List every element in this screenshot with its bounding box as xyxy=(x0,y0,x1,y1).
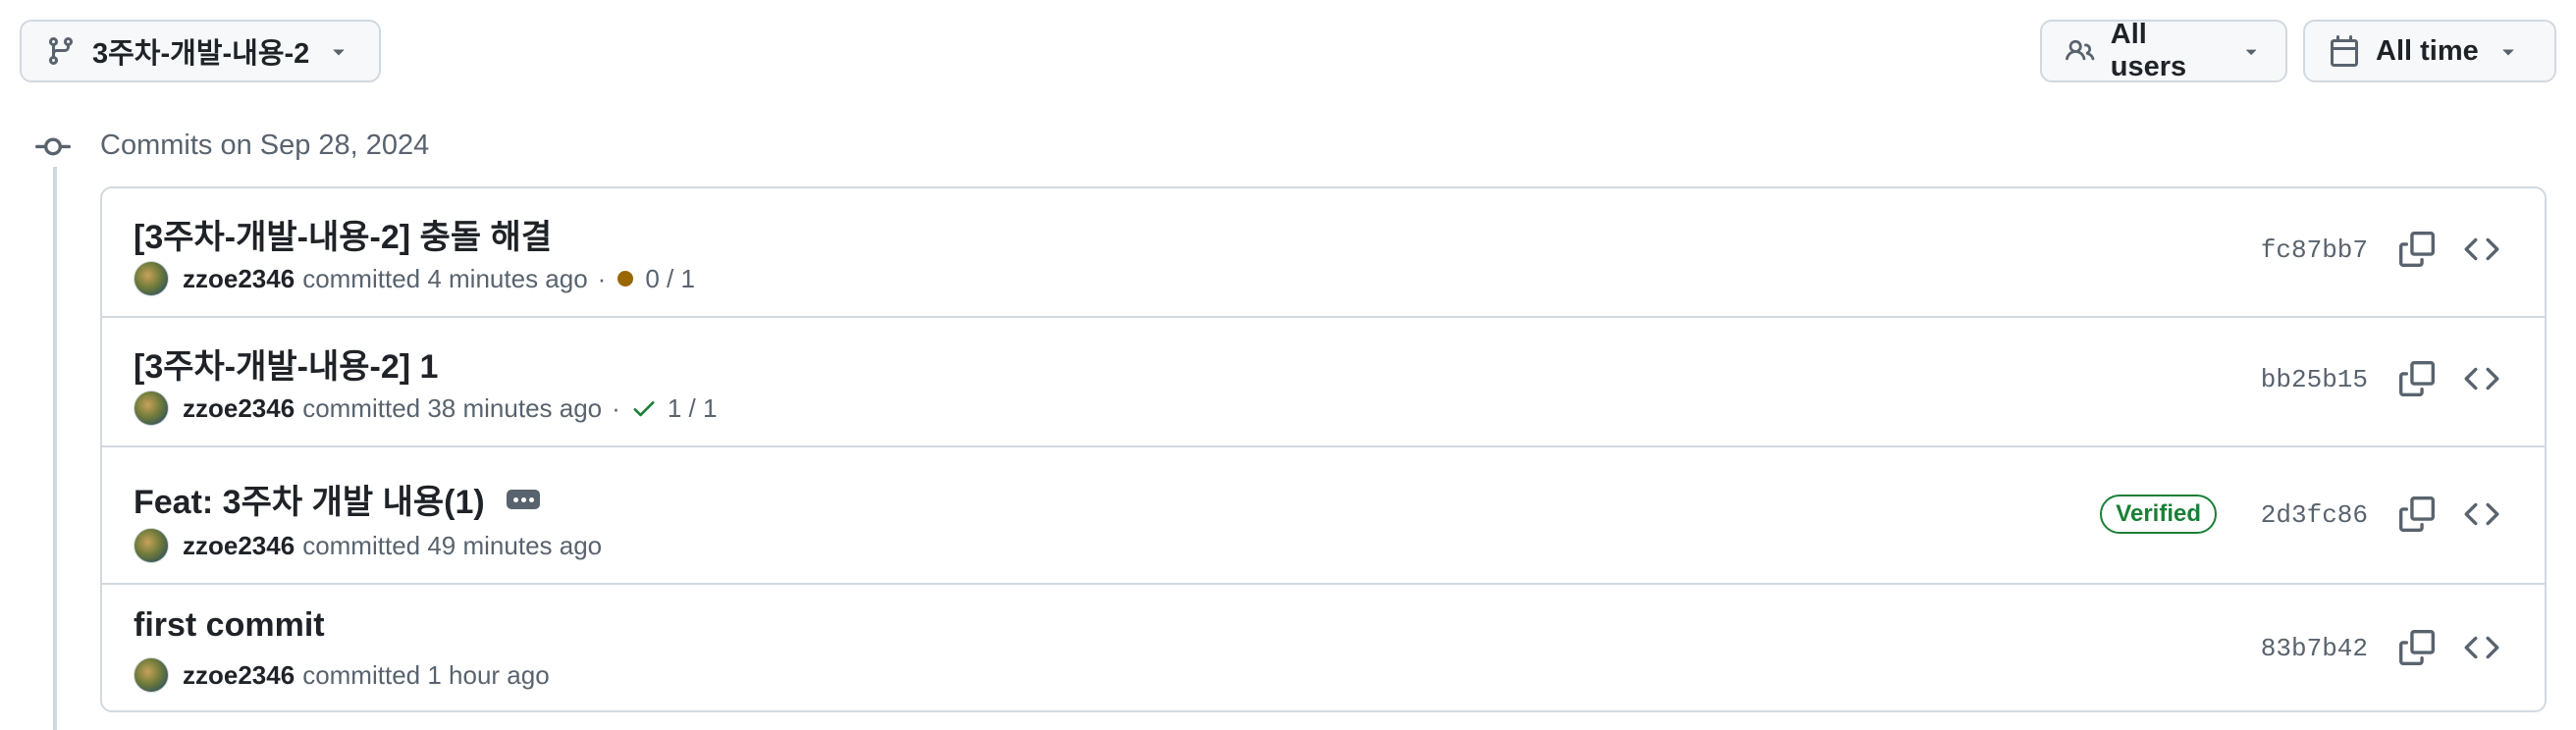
users-filter-button[interactable]: All users xyxy=(2040,19,2287,82)
commit-title-link[interactable]: first commit xyxy=(134,606,325,645)
git-commit-icon xyxy=(35,130,71,165)
code-browse-icon[interactable] xyxy=(2464,630,2499,665)
commit-row: [3주차-개발-내용-2] 1 zzoe2346 committed 38 mi… xyxy=(102,316,2545,445)
commit-list: [3주차-개발-내용-2] 충돌 해결 zzoe2346 committed 4… xyxy=(100,186,2547,712)
copy-icon[interactable] xyxy=(2399,496,2435,532)
commit-title-link[interactable]: [3주차-개발-내용-2] 1 xyxy=(134,339,438,388)
triangle-down-icon xyxy=(2496,39,2520,63)
separator: · xyxy=(597,263,607,293)
avatar[interactable] xyxy=(134,391,169,426)
code-browse-icon[interactable] xyxy=(2464,496,2499,532)
commit-time: 38 minutes ago xyxy=(427,392,603,423)
commit-author[interactable]: zzoe2346 xyxy=(183,393,295,424)
timeline-line xyxy=(53,167,57,730)
time-filter-button[interactable]: All time xyxy=(2303,20,2556,82)
checks-count[interactable]: 1 / 1 xyxy=(668,393,718,424)
pending-status-dot-icon[interactable] xyxy=(617,271,634,287)
triangle-down-icon xyxy=(327,39,350,63)
branch-select-button[interactable]: 3주차-개발-내용-2 xyxy=(20,20,381,82)
separator: · xyxy=(612,392,620,423)
commit-sha-link[interactable]: fc87bb7 xyxy=(2261,235,2368,265)
commit-time: 49 minutes ago xyxy=(427,530,603,560)
commit-action: committed xyxy=(302,263,421,293)
commit-row: [3주차-개발-내용-2] 충돌 해결 zzoe2346 committed 4… xyxy=(102,188,2545,316)
commit-time: 4 minutes ago xyxy=(427,263,588,293)
git-branch-icon xyxy=(45,35,77,67)
commits-toolbar: 3주차-개발-내용-2 All users All time xyxy=(20,19,2556,82)
code-browse-icon[interactable] xyxy=(2464,232,2499,267)
commit-sha-link[interactable]: 83b7b42 xyxy=(2261,634,2368,663)
calendar-icon xyxy=(2329,35,2360,67)
commit-title-link[interactable]: [3주차-개발-내용-2] 충돌 해결 xyxy=(134,210,552,258)
branch-name: 3주차-개발-내용-2 xyxy=(92,38,310,70)
people-icon xyxy=(2066,35,2095,67)
avatar[interactable] xyxy=(134,657,169,693)
commit-action: committed xyxy=(302,659,421,690)
commit-author[interactable]: zzoe2346 xyxy=(183,660,295,691)
copy-icon[interactable] xyxy=(2399,630,2435,665)
code-browse-icon[interactable] xyxy=(2464,361,2499,396)
commit-title-link[interactable]: Feat: 3주차 개발 내용(1) xyxy=(134,475,485,523)
commit-action: committed xyxy=(302,392,421,423)
triangle-down-icon xyxy=(2240,39,2262,63)
commit-sha-link[interactable]: bb25b15 xyxy=(2261,365,2368,394)
commit-row: first commit zzoe2346 committed 1 hour a… xyxy=(102,583,2545,710)
avatar[interactable] xyxy=(134,528,169,563)
commit-author[interactable]: zzoe2346 xyxy=(183,264,295,294)
copy-icon[interactable] xyxy=(2399,232,2435,267)
commit-time: 1 hour ago xyxy=(427,659,550,690)
verified-badge[interactable]: Verified xyxy=(2100,495,2217,534)
time-filter-label: All time xyxy=(2376,34,2479,67)
checks-count[interactable]: 0 / 1 xyxy=(645,264,695,294)
commit-author[interactable]: zzoe2346 xyxy=(183,531,295,561)
commit-group-title: Commits on Sep 28, 2024 xyxy=(100,130,430,161)
commit-row: Feat: 3주차 개발 내용(1) zzoe2346 committed 49… xyxy=(102,445,2545,583)
check-icon[interactable] xyxy=(630,394,658,422)
avatar[interactable] xyxy=(134,261,169,296)
commit-sha-link[interactable]: 2d3fc86 xyxy=(2261,500,2368,530)
commit-action: committed xyxy=(302,530,421,560)
ellipsis-expand-icon[interactable] xyxy=(506,489,540,509)
users-filter-label: All users xyxy=(2110,19,2187,82)
copy-icon[interactable] xyxy=(2399,361,2435,396)
